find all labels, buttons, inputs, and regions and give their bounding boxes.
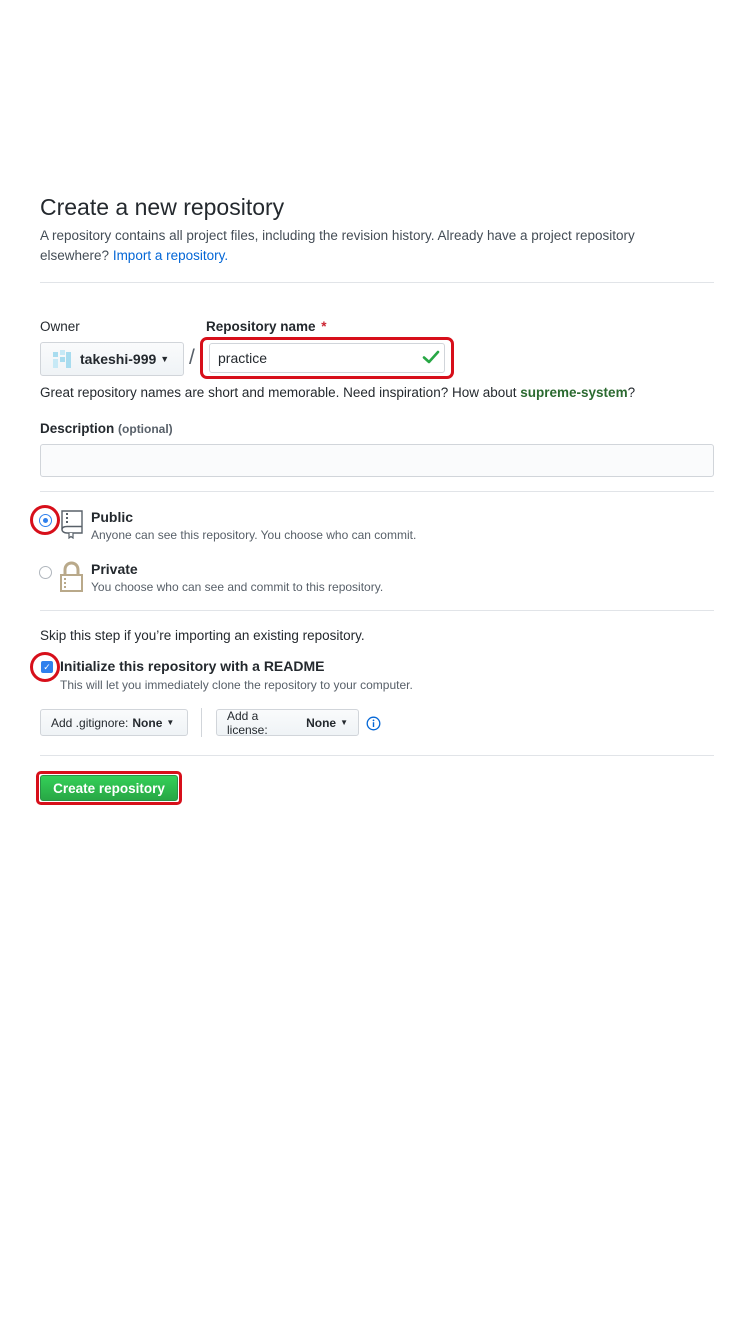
create-repository-button[interactable]: Create repository: [40, 775, 178, 801]
name-hint: Great repository names are short and mem…: [40, 385, 635, 400]
repo-book-icon: [61, 510, 83, 539]
owner-label: Owner: [40, 319, 80, 334]
private-note: You choose who can see and commit to thi…: [91, 580, 384, 594]
public-radio[interactable]: [39, 514, 52, 527]
readme-title: Initialize this repository with a README: [60, 658, 325, 674]
repository-name-input[interactable]: [209, 343, 445, 373]
license-label: Add a license:: [227, 708, 268, 737]
divider: [40, 491, 714, 492]
caret-down-icon: ▼: [166, 718, 175, 727]
page-title: Create a new repository: [40, 194, 285, 220]
owner-select[interactable]: takeshi-999 ▼: [40, 342, 184, 376]
repository-name-label: Repository name *: [206, 319, 327, 334]
license-dropdown[interactable]: Add a license: None ▼: [216, 708, 359, 737]
owner-name: takeshi-999: [80, 351, 157, 367]
name-hint-suffix: ?: [627, 385, 636, 400]
private-title: Private: [91, 561, 138, 577]
chevron-down-icon: ▼: [160, 354, 170, 364]
lock-icon: [60, 561, 83, 592]
divider: [40, 610, 714, 611]
divider: [40, 282, 714, 283]
slash-separator: /: [189, 346, 195, 369]
import-repository-link[interactable]: Import a repository.: [113, 248, 228, 263]
intro-text: A repository contains all project files,…: [40, 226, 700, 266]
gitignore-dropdown[interactable]: Add .gitignore: None ▼: [40, 709, 188, 736]
avatar: [53, 350, 71, 368]
optional-label: (optional): [118, 422, 173, 436]
name-hint-text: Great repository names are short and mem…: [40, 385, 517, 400]
gitignore-label: Add .gitignore:: [51, 715, 129, 730]
description-input[interactable]: [40, 444, 714, 477]
name-suggestion[interactable]: supreme-system: [520, 385, 627, 400]
gitignore-value: None: [132, 715, 163, 730]
readme-note: This will let you immediately clone the …: [60, 678, 413, 692]
check-icon: [422, 350, 440, 364]
readme-checkbox[interactable]: ✓: [41, 661, 53, 673]
divider: [40, 755, 714, 756]
license-value: None: [306, 715, 337, 730]
description-label: Description (optional): [40, 421, 173, 436]
required-mark: *: [321, 319, 327, 334]
public-note: Anyone can see this repository. You choo…: [91, 528, 417, 542]
description-label-text: Description: [40, 421, 115, 436]
info-icon[interactable]: [366, 716, 381, 731]
private-radio[interactable]: [39, 566, 52, 579]
repository-name-highlight: [200, 337, 454, 379]
public-title: Public: [91, 509, 134, 525]
caret-down-icon: ▼: [340, 718, 348, 727]
skip-step-text: Skip this step if you’re importing an ex…: [40, 628, 365, 643]
vertical-divider: [201, 708, 202, 737]
repository-name-label-text: Repository name: [206, 319, 316, 334]
